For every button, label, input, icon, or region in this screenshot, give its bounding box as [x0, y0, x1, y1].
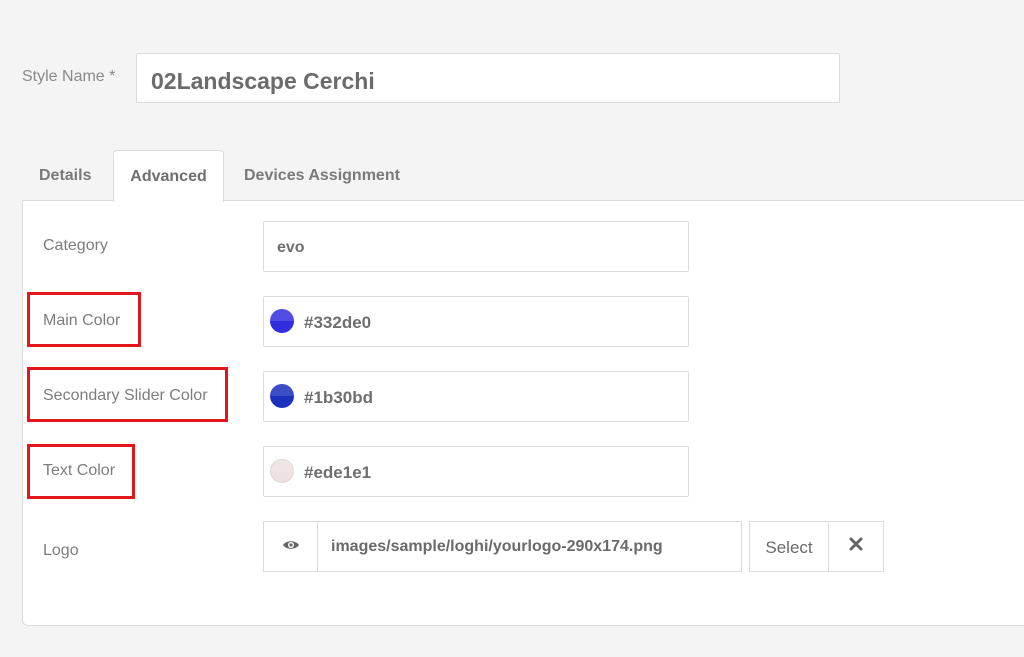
main-color-swatch[interactable]: [270, 309, 294, 333]
tab-details[interactable]: Details: [22, 150, 112, 201]
style-name-label: Style Name *: [22, 68, 116, 85]
logo-label: Logo: [43, 542, 79, 559]
category-input[interactable]: evo: [263, 221, 689, 272]
category-label: Category: [43, 237, 108, 254]
secondary-slider-color-input[interactable]: #1b30bd: [263, 371, 689, 422]
logo-preview-button[interactable]: [263, 521, 318, 572]
logo-path-input[interactable]: images/sample/loghi/yourlogo-290x174.png: [317, 521, 742, 572]
main-color-highlight: [27, 292, 141, 347]
secondary-slider-color-swatch[interactable]: [270, 384, 294, 408]
text-color-highlight: [27, 444, 135, 499]
eye-icon: [282, 538, 300, 556]
tab-devices-assignment[interactable]: Devices Assignment: [226, 150, 426, 201]
logo-clear-button[interactable]: [828, 521, 884, 572]
main-color-value: #332de0: [304, 313, 372, 332]
secondary-slider-color-highlight: [27, 367, 228, 422]
secondary-slider-color-value: #1b30bd: [304, 388, 373, 407]
category-value: evo: [277, 239, 305, 256]
logo-select-button[interactable]: Select: [749, 521, 829, 572]
close-icon: [849, 537, 863, 556]
text-color-input[interactable]: #ede1e1: [263, 446, 689, 497]
text-color-value: #ede1e1: [304, 463, 372, 482]
tab-advanced[interactable]: Advanced: [113, 150, 224, 202]
main-color-input[interactable]: #332de0: [263, 296, 689, 347]
style-name-input[interactable]: 02Landscape Cerchi: [136, 53, 840, 103]
text-color-swatch[interactable]: [270, 459, 295, 483]
